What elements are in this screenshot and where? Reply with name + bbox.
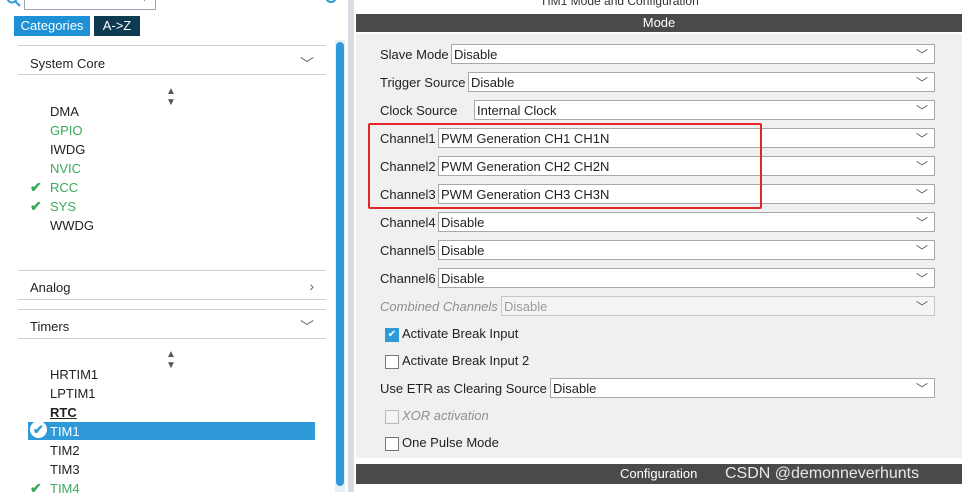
chevron-down-icon: ▼ xyxy=(140,0,149,3)
list-item-hrtim1[interactable]: HRTIM1 xyxy=(50,367,98,382)
category-title: Analog xyxy=(30,280,71,295)
select-value: Disable xyxy=(441,215,485,230)
chevron-right-icon: › xyxy=(309,278,314,294)
left-scrollbar-thumb[interactable] xyxy=(336,42,344,486)
divider xyxy=(18,338,326,339)
divider xyxy=(18,74,326,75)
channel6-label: Channel6 xyxy=(380,271,436,286)
list-item-tim4[interactable]: TIM4 xyxy=(50,481,80,496)
list-item-iwdg[interactable]: IWDG xyxy=(50,142,85,157)
xor-activation-checkbox xyxy=(385,410,399,424)
list-item-tim1-label: TIM1 xyxy=(50,424,80,439)
sort-icon[interactable]: ▲ ▼ xyxy=(166,86,176,108)
combined-channels-select: Disable ﹀ xyxy=(501,296,935,316)
chevron-down-icon: ﹀ xyxy=(915,132,928,146)
list-item-rtc[interactable]: RTC xyxy=(50,405,77,420)
chevron-down-icon: ﹀ xyxy=(915,272,928,286)
list-item-tim3[interactable]: TIM3 xyxy=(50,462,80,477)
use-etr-label: Use ETR as Clearing Source xyxy=(380,381,547,396)
list-item-lptim1[interactable]: LPTIM1 xyxy=(50,386,96,401)
use-etr-select[interactable]: Disable ﹀ xyxy=(550,378,935,398)
tab-categories[interactable]: Categories xyxy=(14,16,90,36)
chevron-down-icon: ﹀ xyxy=(915,76,928,90)
chevron-down-icon: ﹀ xyxy=(300,319,314,335)
channel6-select[interactable]: Disable ﹀ xyxy=(438,268,935,288)
select-value: Internal Clock xyxy=(477,103,557,118)
trigger-source-label: Trigger Source xyxy=(380,75,466,90)
chevron-down-icon: ﹀ xyxy=(915,382,928,396)
divider xyxy=(18,270,326,271)
search-combo[interactable]: ▼ xyxy=(24,0,156,10)
page-title: TIM1 Mode and Configuration xyxy=(540,0,699,8)
channel4-select[interactable]: Disable ﹀ xyxy=(438,212,935,232)
chevron-down-icon: ﹀ xyxy=(915,216,928,230)
chevron-down-icon: ﹀ xyxy=(915,300,928,314)
tab-a-to-z[interactable]: A->Z xyxy=(94,16,140,36)
activate-break-input-checkbox[interactable]: ✔ xyxy=(385,328,399,342)
select-value: Disable xyxy=(441,243,485,258)
one-pulse-mode-checkbox[interactable] xyxy=(385,437,399,451)
chevron-down-icon: ﹀ xyxy=(915,160,928,174)
select-value: Disable xyxy=(553,381,597,396)
xor-activation-label: XOR activation xyxy=(402,408,489,423)
select-value: Disable xyxy=(454,47,498,62)
clock-source-label: Clock Source xyxy=(380,103,458,118)
list-item-sys[interactable]: SYS xyxy=(50,199,76,214)
channel4-label: Channel4 xyxy=(380,215,436,230)
check-circle-icon: ✔ xyxy=(30,421,47,438)
category-system-core[interactable]: System Core ﹀ xyxy=(16,49,326,77)
combined-channels-label: Combined Channels xyxy=(380,299,498,314)
divider xyxy=(18,299,326,300)
search-icon[interactable] xyxy=(6,0,22,8)
list-item-wwdg[interactable]: WWDG xyxy=(50,218,94,233)
list-item-gpio[interactable]: GPIO xyxy=(50,123,83,138)
channel5-select[interactable]: Disable ﹀ xyxy=(438,240,935,260)
check-icon: ✔ xyxy=(30,480,42,496)
select-value: Disable xyxy=(441,271,485,286)
chevron-down-icon: ﹀ xyxy=(915,104,928,118)
chevron-down-icon: ﹀ xyxy=(915,188,928,202)
activate-break-input-label: Activate Break Input xyxy=(402,326,519,341)
clock-source-select[interactable]: Internal Clock ﹀ xyxy=(474,100,935,120)
slave-mode-label: Slave Mode xyxy=(380,47,449,62)
mode-section-bar[interactable]: Mode xyxy=(356,14,962,32)
chevron-down-icon: ﹀ xyxy=(300,56,314,72)
list-item-dma[interactable]: DMA xyxy=(50,104,79,119)
select-value: Disable xyxy=(471,75,515,90)
channel5-label: Channel5 xyxy=(380,243,436,258)
category-timers[interactable]: Timers ﹀ xyxy=(16,312,326,340)
highlight-box xyxy=(368,123,762,209)
sort-icon[interactable]: ▲ ▼ xyxy=(166,349,176,371)
divider xyxy=(18,45,326,46)
configuration-title: Configuration xyxy=(620,466,698,481)
check-icon: ✔ xyxy=(30,198,42,214)
chevron-down-icon: ﹀ xyxy=(915,244,928,258)
list-item-rcc[interactable]: RCC xyxy=(50,180,78,195)
list-item-tim2[interactable]: TIM2 xyxy=(50,443,80,458)
slave-mode-select[interactable]: Disable ﹀ xyxy=(451,44,935,64)
check-icon: ✔ xyxy=(30,179,42,195)
one-pulse-mode-label: One Pulse Mode xyxy=(402,435,499,450)
divider xyxy=(18,309,326,310)
select-value: Disable xyxy=(504,299,548,314)
watermark: CSDN @demonneverhunts xyxy=(725,465,920,482)
chevron-down-icon: ﹀ xyxy=(915,48,928,62)
category-analog[interactable]: Analog › xyxy=(16,273,326,301)
list-item-nvic[interactable]: NVIC xyxy=(50,161,81,176)
category-title: Timers xyxy=(30,319,70,334)
activate-break-input-2-label: Activate Break Input 2 xyxy=(402,353,530,368)
trigger-source-select[interactable]: Disable ﹀ xyxy=(468,72,935,92)
gear-icon[interactable] xyxy=(322,0,340,8)
category-title: System Core xyxy=(30,56,106,71)
activate-break-input-2-checkbox[interactable] xyxy=(385,355,399,369)
